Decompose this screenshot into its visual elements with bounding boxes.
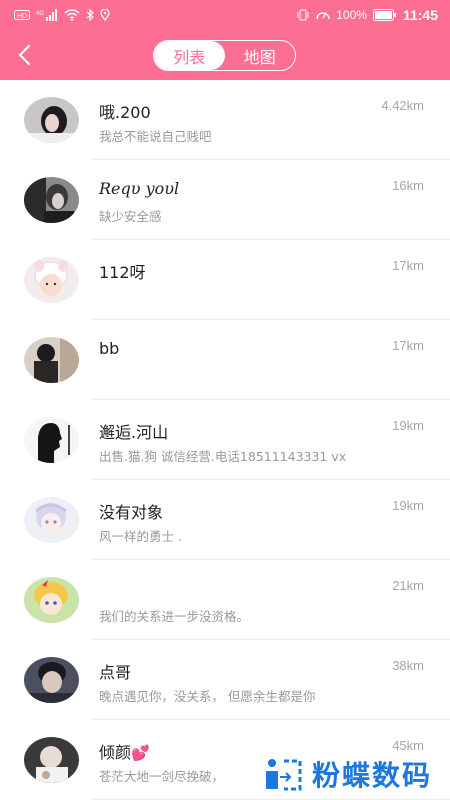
heart-icon: 💕: [131, 744, 150, 762]
user-row[interactable]: 112呀 17km: [0, 240, 450, 320]
battery-percent: 100%: [336, 8, 367, 22]
user-signature: 苍茫大地一剑尽挽破，: [99, 769, 225, 784]
user-distance: 4.42km: [381, 98, 424, 113]
user-distance: 19km: [392, 498, 424, 513]
svg-text:4G: 4G: [36, 11, 44, 17]
clock: 11:45: [402, 7, 438, 23]
user-name: bb: [99, 339, 120, 358]
user-distance: 17km: [392, 258, 424, 273]
user-name: 没有对象: [99, 503, 164, 522]
status-bar: HD 4G 100% 11:45: [0, 0, 450, 30]
avatar: [24, 97, 79, 143]
avatar: [24, 657, 79, 703]
user-row[interactable]: bb 17km: [0, 320, 450, 400]
speed-icon: [316, 12, 330, 20]
user-signature: 出售.猫.狗 诚信经营.电话18511143331 vx: [99, 449, 347, 464]
user-row[interactable]: 没有对象 风一样的勇士 . 19km: [0, 480, 450, 560]
avatar: [24, 177, 79, 223]
user-row[interactable]: 我们的关系进一步没资格。 21km: [0, 560, 450, 640]
user-name: Reqυ yoυl: [99, 179, 180, 198]
bluetooth-icon: [86, 9, 94, 21]
user-signature: 我们的关系进一步没资格。: [99, 609, 250, 624]
battery-icon: [372, 9, 396, 21]
wifi-icon: [64, 9, 80, 21]
user-signature: 缺少安全感: [99, 209, 162, 224]
user-distance: 19km: [392, 418, 424, 433]
top-navbar: 列表 地图: [0, 30, 450, 80]
user-name: 倾颜💕: [99, 743, 150, 762]
user-name: 邂逅.河山: [99, 423, 169, 442]
user-name: 112呀: [99, 263, 146, 282]
user-distance: 16km: [392, 178, 424, 193]
user-distance: 21km: [392, 578, 424, 593]
location-icon: [100, 9, 110, 21]
signal-icon: 4G: [36, 9, 57, 21]
user-distance: 17km: [392, 338, 424, 353]
back-arrow-icon[interactable]: [14, 43, 38, 67]
user-name: 哦.200: [99, 103, 151, 122]
user-signature: 风一样的勇士 .: [99, 529, 182, 544]
user-signature: 我总不能说自己贱吧: [99, 129, 212, 144]
watermark-text: 粉蝶数码: [312, 759, 433, 792]
avatar: [24, 737, 79, 783]
avatar: [24, 337, 79, 383]
tab-list[interactable]: 列表: [154, 41, 225, 70]
tab-map[interactable]: 地图: [225, 41, 296, 70]
hd-icon: HD: [14, 10, 30, 20]
user-distance: 38km: [392, 658, 424, 673]
user-row[interactable]: 邂逅.河山 出售.猫.狗 诚信经营.电话18511143331 vx 19km: [0, 400, 450, 480]
user-distance: 45km: [392, 738, 424, 753]
watermark: 粉蝶数码: [262, 752, 450, 796]
user-row[interactable]: Reqυ yoυl 缺少安全感 16km: [0, 160, 450, 240]
avatar: [24, 577, 79, 623]
view-switch: 列表 地图: [153, 40, 296, 71]
nearby-user-list: 哦.200 我总不能说自己贱吧 4.42km Reqυ yoυl 缺少安全感 1…: [0, 80, 450, 800]
vibrate-icon: [297, 9, 309, 21]
avatar: [24, 497, 79, 543]
svg-text:HD: HD: [17, 13, 27, 20]
watermark-logo-icon: [266, 759, 302, 791]
user-name: 点哥: [99, 663, 132, 682]
user-signature: 晚点遇见你，没关系， 但愿余生都是你: [99, 689, 316, 704]
avatar: [24, 417, 79, 463]
user-row[interactable]: 点哥 晚点遇见你，没关系， 但愿余生都是你 38km: [0, 640, 450, 720]
user-row[interactable]: 哦.200 我总不能说自己贱吧 4.42km: [0, 80, 450, 160]
avatar: [24, 257, 79, 303]
